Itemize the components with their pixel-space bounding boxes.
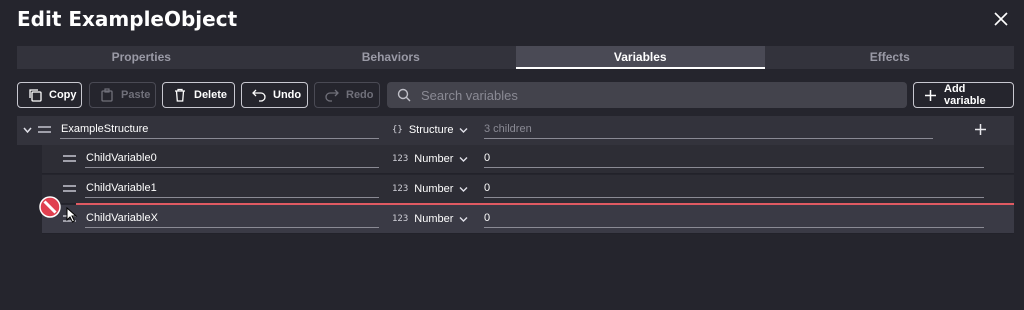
add-child-button[interactable]: [974, 123, 987, 136]
variable-type-select[interactable]: 123 Number: [392, 150, 468, 168]
close-icon: [994, 12, 1008, 26]
variable-value-field[interactable]: 0: [484, 211, 984, 228]
variable-row-child[interactable]: ChildVariable0 123 Number 0: [42, 145, 1014, 174]
variable-type-label: Number: [414, 213, 454, 225]
chevron-down-icon: [459, 216, 468, 222]
drag-handle-icon[interactable]: [63, 155, 76, 164]
variable-type-select[interactable]: 123 Number: [392, 180, 468, 198]
undo-button[interactable]: Undo: [241, 82, 308, 108]
chevron-down-icon[interactable]: [23, 126, 32, 134]
variable-name-field[interactable]: ExampleStructure: [60, 122, 379, 139]
children-count: 3 children: [484, 122, 933, 139]
copy-button[interactable]: Copy: [17, 82, 82, 108]
forbidden-drop-icon: [39, 196, 61, 218]
undo-label: Undo: [273, 89, 302, 101]
redo-label: Redo: [346, 89, 374, 101]
dialog-title: Edit ExampleObject: [17, 7, 238, 31]
chevron-down-icon: [459, 127, 468, 133]
undo-icon: [252, 89, 266, 102]
close-button[interactable]: [990, 8, 1012, 30]
variable-value-field[interactable]: 0: [484, 151, 984, 168]
structure-type-icon: {}: [392, 125, 403, 135]
tab-properties[interactable]: Properties: [17, 46, 266, 69]
paste-button[interactable]: Paste: [89, 82, 156, 108]
search-input[interactable]: [421, 87, 881, 103]
number-type-icon: 123: [392, 214, 409, 224]
variable-type-select[interactable]: 123 Number: [392, 210, 468, 228]
tab-effects[interactable]: Effects: [765, 46, 1014, 69]
tab-variables[interactable]: Variables: [516, 46, 765, 69]
variable-type-select[interactable]: {} Structure: [392, 121, 468, 139]
tab-bar: Properties Behaviors Variables Effects: [17, 46, 1014, 69]
drag-handle-icon[interactable]: [38, 126, 51, 135]
tab-behaviors[interactable]: Behaviors: [266, 46, 515, 69]
number-type-icon: 123: [392, 154, 409, 164]
variable-value-field[interactable]: 0: [484, 181, 984, 198]
variable-row-child-dragging[interactable]: ChildVariableX 123 Number 0: [42, 205, 1014, 234]
delete-button[interactable]: Delete: [162, 82, 235, 108]
variable-type-label: Structure: [408, 124, 454, 136]
redo-button[interactable]: Redo: [314, 82, 380, 108]
copy-icon: [29, 89, 42, 102]
variable-row-child[interactable]: ChildVariable1 123 Number 0: [42, 175, 1014, 204]
search-box: [387, 82, 907, 108]
number-type-icon: 123: [392, 184, 409, 194]
variable-name-field[interactable]: ChildVariable0: [85, 151, 379, 168]
copy-label: Copy: [49, 89, 77, 101]
variable-type-label: Number: [414, 153, 454, 165]
add-variable-label: Add variable: [944, 83, 986, 107]
plus-icon: [925, 89, 936, 101]
variable-row-parent[interactable]: ExampleStructure {} Structure 3 children: [17, 116, 1014, 145]
chevron-down-icon: [459, 186, 468, 192]
add-variable-button[interactable]: Add variable: [913, 82, 1014, 108]
trash-icon: [175, 88, 185, 102]
redo-icon: [325, 89, 339, 102]
variable-name-field[interactable]: ChildVariableX: [85, 211, 379, 228]
chevron-down-icon: [459, 156, 468, 162]
paste-icon: [101, 88, 113, 102]
toolbar: Copy Paste Delete Undo Redo Search varia…: [0, 82, 1024, 108]
search-icon: [397, 88, 411, 102]
drop-indicator: [76, 203, 1014, 205]
variable-type-label: Number: [414, 183, 454, 195]
mouse-cursor-icon: [66, 207, 78, 223]
variable-name-field[interactable]: ChildVariable1: [85, 181, 379, 198]
drag-handle-icon[interactable]: [63, 185, 76, 194]
paste-label: Paste: [121, 89, 151, 101]
delete-label: Delete: [194, 89, 228, 101]
